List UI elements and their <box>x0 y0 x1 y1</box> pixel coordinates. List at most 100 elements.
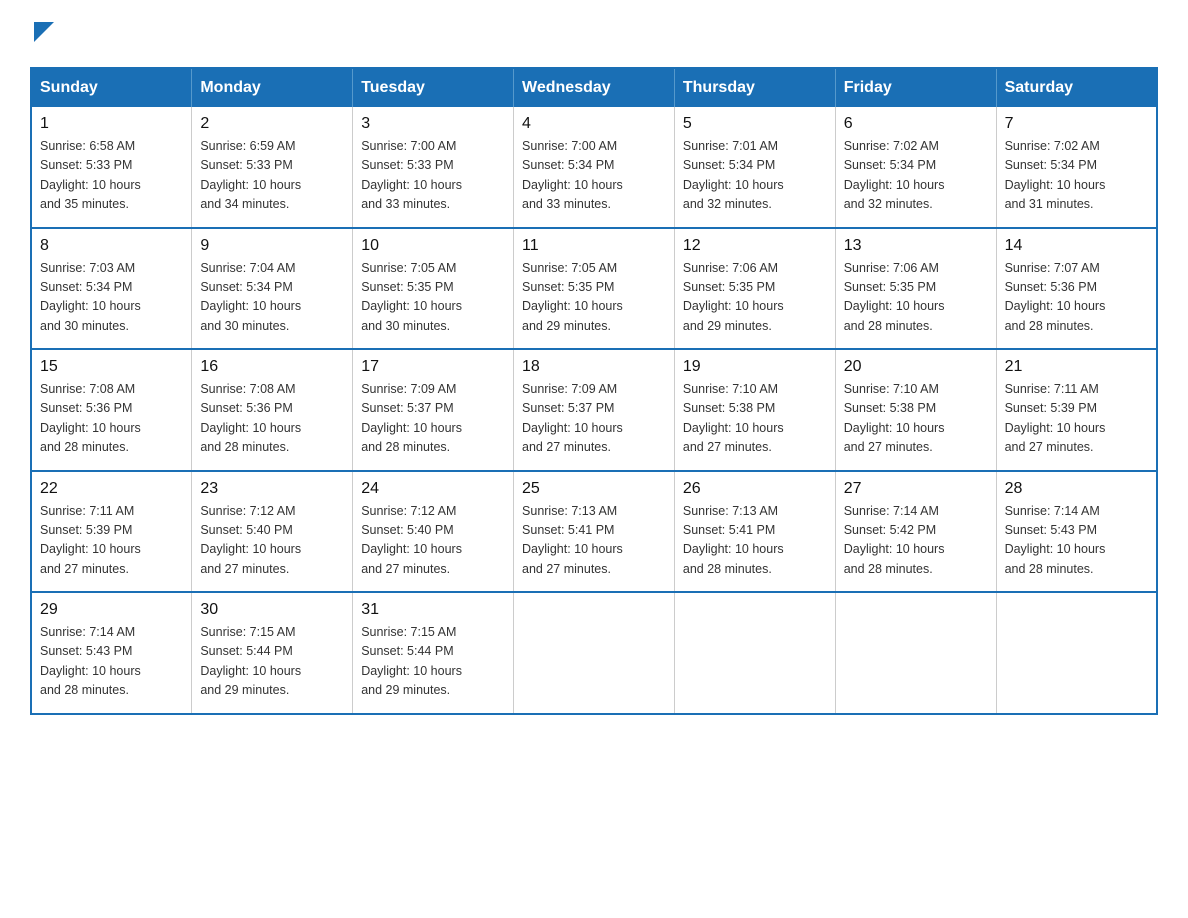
day-info: Sunrise: 7:14 AM Sunset: 5:42 PM Dayligh… <box>844 502 988 580</box>
day-info: Sunrise: 7:14 AM Sunset: 5:43 PM Dayligh… <box>40 623 183 701</box>
logo-icon <box>30 20 54 47</box>
calendar-header-row: SundayMondayTuesdayWednesdayThursdayFrid… <box>31 68 1157 107</box>
day-number: 11 <box>522 237 666 255</box>
header-sunday: Sunday <box>31 68 192 107</box>
calendar-cell: 25 Sunrise: 7:13 AM Sunset: 5:41 PM Dayl… <box>514 471 675 593</box>
calendar-cell: 8 Sunrise: 7:03 AM Sunset: 5:34 PM Dayli… <box>31 228 192 350</box>
day-info: Sunrise: 7:13 AM Sunset: 5:41 PM Dayligh… <box>683 502 827 580</box>
calendar-cell: 12 Sunrise: 7:06 AM Sunset: 5:35 PM Dayl… <box>674 228 835 350</box>
calendar-cell: 2 Sunrise: 6:59 AM Sunset: 5:33 PM Dayli… <box>192 107 353 228</box>
day-info: Sunrise: 6:59 AM Sunset: 5:33 PM Dayligh… <box>200 137 344 215</box>
calendar-cell <box>835 592 996 714</box>
calendar-cell: 26 Sunrise: 7:13 AM Sunset: 5:41 PM Dayl… <box>674 471 835 593</box>
day-number: 30 <box>200 601 344 619</box>
calendar-week-row: 8 Sunrise: 7:03 AM Sunset: 5:34 PM Dayli… <box>31 228 1157 350</box>
day-number: 21 <box>1005 358 1148 376</box>
day-info: Sunrise: 7:08 AM Sunset: 5:36 PM Dayligh… <box>40 380 183 458</box>
calendar-cell: 3 Sunrise: 7:00 AM Sunset: 5:33 PM Dayli… <box>353 107 514 228</box>
header-thursday: Thursday <box>674 68 835 107</box>
day-number: 7 <box>1005 115 1148 133</box>
day-info: Sunrise: 7:05 AM Sunset: 5:35 PM Dayligh… <box>522 259 666 337</box>
day-info: Sunrise: 6:58 AM Sunset: 5:33 PM Dayligh… <box>40 137 183 215</box>
day-number: 18 <box>522 358 666 376</box>
day-number: 13 <box>844 237 988 255</box>
calendar-cell: 17 Sunrise: 7:09 AM Sunset: 5:37 PM Dayl… <box>353 349 514 471</box>
day-number: 6 <box>844 115 988 133</box>
calendar-cell: 29 Sunrise: 7:14 AM Sunset: 5:43 PM Dayl… <box>31 592 192 714</box>
day-info: Sunrise: 7:15 AM Sunset: 5:44 PM Dayligh… <box>361 623 505 701</box>
day-info: Sunrise: 7:05 AM Sunset: 5:35 PM Dayligh… <box>361 259 505 337</box>
day-info: Sunrise: 7:07 AM Sunset: 5:36 PM Dayligh… <box>1005 259 1148 337</box>
logo <box>30 20 54 47</box>
day-info: Sunrise: 7:10 AM Sunset: 5:38 PM Dayligh… <box>844 380 988 458</box>
calendar-cell: 22 Sunrise: 7:11 AM Sunset: 5:39 PM Dayl… <box>31 471 192 593</box>
day-info: Sunrise: 7:09 AM Sunset: 5:37 PM Dayligh… <box>522 380 666 458</box>
day-info: Sunrise: 7:04 AM Sunset: 5:34 PM Dayligh… <box>200 259 344 337</box>
calendar-cell: 5 Sunrise: 7:01 AM Sunset: 5:34 PM Dayli… <box>674 107 835 228</box>
calendar-cell: 28 Sunrise: 7:14 AM Sunset: 5:43 PM Dayl… <box>996 471 1157 593</box>
day-number: 31 <box>361 601 505 619</box>
calendar-week-row: 15 Sunrise: 7:08 AM Sunset: 5:36 PM Dayl… <box>31 349 1157 471</box>
calendar-cell <box>514 592 675 714</box>
calendar-cell: 21 Sunrise: 7:11 AM Sunset: 5:39 PM Dayl… <box>996 349 1157 471</box>
day-number: 24 <box>361 480 505 498</box>
calendar-cell: 24 Sunrise: 7:12 AM Sunset: 5:40 PM Dayl… <box>353 471 514 593</box>
day-number: 16 <box>200 358 344 376</box>
day-number: 15 <box>40 358 183 376</box>
day-info: Sunrise: 7:03 AM Sunset: 5:34 PM Dayligh… <box>40 259 183 337</box>
day-number: 8 <box>40 237 183 255</box>
day-info: Sunrise: 7:06 AM Sunset: 5:35 PM Dayligh… <box>683 259 827 337</box>
calendar-cell: 6 Sunrise: 7:02 AM Sunset: 5:34 PM Dayli… <box>835 107 996 228</box>
day-info: Sunrise: 7:12 AM Sunset: 5:40 PM Dayligh… <box>361 502 505 580</box>
day-info: Sunrise: 7:15 AM Sunset: 5:44 PM Dayligh… <box>200 623 344 701</box>
calendar-week-row: 1 Sunrise: 6:58 AM Sunset: 5:33 PM Dayli… <box>31 107 1157 228</box>
day-info: Sunrise: 7:08 AM Sunset: 5:36 PM Dayligh… <box>200 380 344 458</box>
calendar-cell: 13 Sunrise: 7:06 AM Sunset: 5:35 PM Dayl… <box>835 228 996 350</box>
calendar-cell: 10 Sunrise: 7:05 AM Sunset: 5:35 PM Dayl… <box>353 228 514 350</box>
day-info: Sunrise: 7:09 AM Sunset: 5:37 PM Dayligh… <box>361 380 505 458</box>
calendar-cell: 9 Sunrise: 7:04 AM Sunset: 5:34 PM Dayli… <box>192 228 353 350</box>
calendar-cell: 23 Sunrise: 7:12 AM Sunset: 5:40 PM Dayl… <box>192 471 353 593</box>
calendar-cell: 16 Sunrise: 7:08 AM Sunset: 5:36 PM Dayl… <box>192 349 353 471</box>
calendar-week-row: 29 Sunrise: 7:14 AM Sunset: 5:43 PM Dayl… <box>31 592 1157 714</box>
calendar-cell: 30 Sunrise: 7:15 AM Sunset: 5:44 PM Dayl… <box>192 592 353 714</box>
header-saturday: Saturday <box>996 68 1157 107</box>
day-info: Sunrise: 7:13 AM Sunset: 5:41 PM Dayligh… <box>522 502 666 580</box>
day-number: 25 <box>522 480 666 498</box>
day-info: Sunrise: 7:02 AM Sunset: 5:34 PM Dayligh… <box>1005 137 1148 215</box>
day-info: Sunrise: 7:00 AM Sunset: 5:34 PM Dayligh… <box>522 137 666 215</box>
day-number: 22 <box>40 480 183 498</box>
day-number: 19 <box>683 358 827 376</box>
day-number: 29 <box>40 601 183 619</box>
day-number: 10 <box>361 237 505 255</box>
header-wednesday: Wednesday <box>514 68 675 107</box>
calendar-cell: 18 Sunrise: 7:09 AM Sunset: 5:37 PM Dayl… <box>514 349 675 471</box>
day-number: 5 <box>683 115 827 133</box>
page-header <box>30 20 1158 47</box>
calendar-cell: 19 Sunrise: 7:10 AM Sunset: 5:38 PM Dayl… <box>674 349 835 471</box>
day-number: 27 <box>844 480 988 498</box>
day-number: 9 <box>200 237 344 255</box>
calendar-week-row: 22 Sunrise: 7:11 AM Sunset: 5:39 PM Dayl… <box>31 471 1157 593</box>
day-info: Sunrise: 7:01 AM Sunset: 5:34 PM Dayligh… <box>683 137 827 215</box>
day-number: 12 <box>683 237 827 255</box>
calendar-cell: 20 Sunrise: 7:10 AM Sunset: 5:38 PM Dayl… <box>835 349 996 471</box>
calendar-cell: 27 Sunrise: 7:14 AM Sunset: 5:42 PM Dayl… <box>835 471 996 593</box>
calendar-cell: 31 Sunrise: 7:15 AM Sunset: 5:44 PM Dayl… <box>353 592 514 714</box>
day-number: 3 <box>361 115 505 133</box>
day-info: Sunrise: 7:02 AM Sunset: 5:34 PM Dayligh… <box>844 137 988 215</box>
calendar-cell: 4 Sunrise: 7:00 AM Sunset: 5:34 PM Dayli… <box>514 107 675 228</box>
day-number: 20 <box>844 358 988 376</box>
day-number: 2 <box>200 115 344 133</box>
day-info: Sunrise: 7:12 AM Sunset: 5:40 PM Dayligh… <box>200 502 344 580</box>
day-number: 28 <box>1005 480 1148 498</box>
calendar-table: SundayMondayTuesdayWednesdayThursdayFrid… <box>30 67 1158 715</box>
calendar-cell <box>674 592 835 714</box>
day-number: 17 <box>361 358 505 376</box>
day-number: 4 <box>522 115 666 133</box>
day-info: Sunrise: 7:14 AM Sunset: 5:43 PM Dayligh… <box>1005 502 1148 580</box>
calendar-cell: 7 Sunrise: 7:02 AM Sunset: 5:34 PM Dayli… <box>996 107 1157 228</box>
calendar-cell: 1 Sunrise: 6:58 AM Sunset: 5:33 PM Dayli… <box>31 107 192 228</box>
header-friday: Friday <box>835 68 996 107</box>
header-tuesday: Tuesday <box>353 68 514 107</box>
